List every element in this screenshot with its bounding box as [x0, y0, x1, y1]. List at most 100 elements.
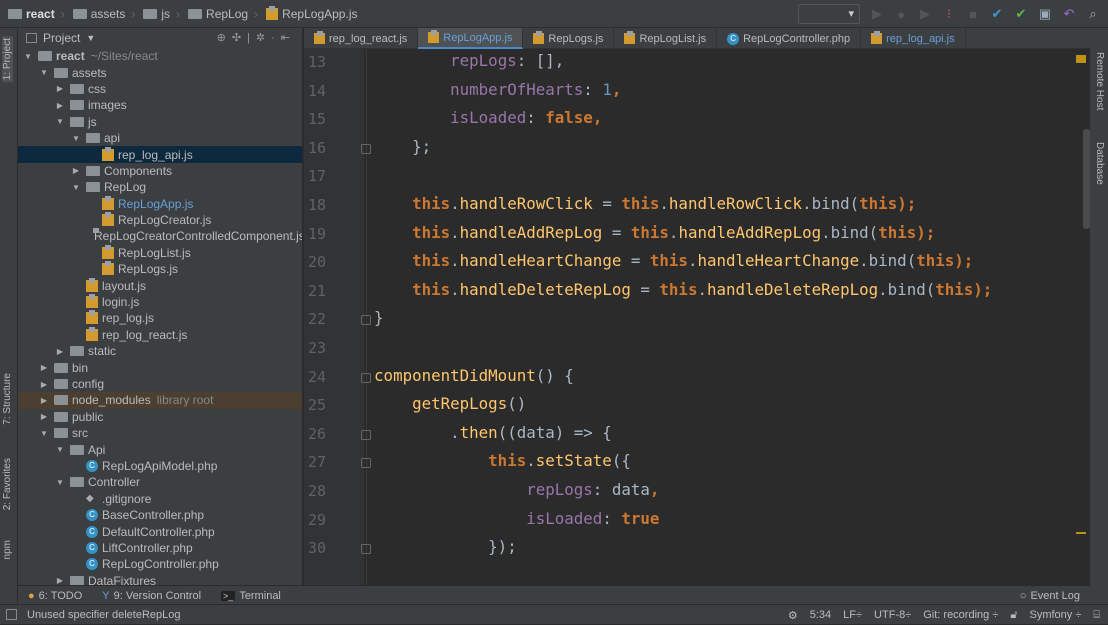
tree-item[interactable]: ▶ images — [18, 97, 302, 113]
vcs-commit-icon[interactable]: ✔ — [1014, 6, 1028, 22]
tab-replogapp-js[interactable]: RepLogApp.js — [418, 28, 524, 49]
history-icon[interactable]: ▣ — [1038, 6, 1052, 22]
tree-item[interactable]: ▶ Components — [18, 163, 302, 179]
tree-item[interactable]: ▶ DataFixtures — [18, 573, 302, 585]
tree-item[interactable]: ▼ RepLog — [18, 179, 302, 195]
tree-item[interactable]: ◆ .gitignore — [18, 491, 302, 507]
breadcrumb-item[interactable]: react › — [8, 7, 65, 21]
tree-item[interactable]: ▼ Api — [18, 441, 302, 457]
tree-item[interactable]: ▼ assets — [18, 64, 302, 80]
tree-item[interactable]: ▼ Controller — [18, 474, 302, 490]
tree-item[interactable]: RepLogCreatorControlledComponent.js — [18, 228, 302, 244]
tree-item[interactable]: rep_log_react.js — [18, 326, 302, 343]
collapsed-arrow-icon[interactable]: ▶ — [54, 347, 66, 356]
tree-item[interactable]: ▶ static — [18, 343, 302, 359]
tree-item[interactable]: layout.js — [18, 277, 302, 293]
tree-item[interactable]: C LiftController.php — [18, 540, 302, 556]
inspection-icon[interactable]: ⚙ — [788, 609, 798, 622]
version-control-tool-button[interactable]: Y 9: Version Control — [102, 590, 201, 602]
line-separator[interactable]: LF÷ — [843, 609, 862, 621]
collapsed-arrow-icon[interactable]: ▶ — [70, 166, 82, 175]
breadcrumb-item[interactable]: RepLogApp.js — [266, 5, 357, 21]
tree-item[interactable]: RepLogApp.js — [18, 195, 302, 212]
lock-icon[interactable]: 🔓︎ — [1010, 609, 1017, 622]
warning-marker[interactable] — [1076, 55, 1086, 63]
tree-item[interactable]: rep_log.js — [18, 310, 302, 326]
collapsed-arrow-icon[interactable]: ▶ — [38, 396, 50, 405]
coverage-icon[interactable]: ▶ — [918, 6, 932, 22]
attach-icon[interactable]: ⁝ — [942, 6, 956, 22]
code-token: . — [450, 251, 460, 271]
expanded-arrow-icon[interactable]: ▼ — [54, 445, 66, 454]
run-icon[interactable]: ▶ — [870, 6, 884, 22]
caret-position[interactable]: 5:34 — [810, 609, 831, 621]
vcs-update-icon[interactable]: ✔ — [990, 6, 1004, 22]
tree-item[interactable]: ▶ config — [18, 376, 302, 392]
collapsed-arrow-icon[interactable]: ▶ — [38, 380, 50, 389]
tree-item[interactable]: ▶ bin — [18, 359, 302, 375]
project-header[interactable]: Project ▼ ⊕✣|✲·⇤ — [18, 28, 302, 48]
tree-item[interactable]: ▶ css — [18, 81, 302, 97]
tab-rep_log_api-js[interactable]: rep_log_api.js — [861, 28, 966, 49]
js-file-icon — [871, 31, 883, 44]
panel-actions[interactable]: ⊕✣|✲·⇤ — [217, 31, 296, 44]
terminal-tool-button[interactable]: >_ Terminal — [221, 590, 281, 602]
tree-item[interactable]: ▼ src — [18, 425, 302, 441]
tree-item[interactable]: RepLogCreator.js — [18, 212, 302, 228]
collapsed-arrow-icon[interactable]: ▶ — [54, 576, 66, 585]
tab-replogs-js[interactable]: RepLogs.js — [523, 28, 615, 49]
stop-icon[interactable]: ■ — [966, 7, 980, 22]
tree-item[interactable]: ▶ node_modules library root — [18, 392, 302, 409]
collapsed-arrow-icon[interactable]: ▶ — [54, 101, 66, 110]
editor-scrollbar[interactable] — [1083, 129, 1090, 229]
project-tool-button[interactable]: 1: Project — [2, 36, 13, 83]
warning-marker[interactable] — [1076, 532, 1086, 534]
collapsed-arrow-icon[interactable]: ▶ — [38, 363, 50, 372]
tree-item[interactable]: login.js — [18, 294, 302, 310]
tree-item[interactable]: C BaseController.php — [18, 507, 302, 523]
tree-item[interactable]: RepLogs.js — [18, 261, 302, 277]
event-log-button[interactable]: ○ Event Log — [1020, 590, 1080, 602]
database-tool-button[interactable]: Database — [1094, 142, 1105, 185]
favorites-tool-button[interactable]: 2: Favorites — [2, 458, 13, 510]
tree-item[interactable]: C RepLogApiModel.php — [18, 458, 302, 474]
structure-tool-button[interactable]: 7: Structure — [2, 373, 13, 425]
collapsed-arrow-icon[interactable]: ▶ — [54, 84, 66, 93]
tree-item[interactable]: ▶ public — [18, 409, 302, 425]
expanded-arrow-icon[interactable]: ▼ — [54, 478, 66, 487]
expanded-arrow-icon[interactable]: ▼ — [38, 68, 50, 77]
tab-replogcontroller-php[interactable]: C RepLogController.php — [717, 28, 862, 49]
breadcrumb-item[interactable]: assets › — [72, 7, 135, 21]
expanded-arrow-icon[interactable]: ▼ — [22, 52, 34, 61]
tree-item[interactable]: C DefaultController.php — [18, 523, 302, 539]
npm-tool-button[interactable]: npm — [2, 540, 13, 559]
expanded-arrow-icon[interactable]: ▼ — [54, 117, 66, 126]
collapsed-arrow-icon[interactable]: ▶ — [38, 412, 50, 421]
debug-icon[interactable]: ● — [894, 7, 908, 22]
encoding[interactable]: UTF-8÷ — [874, 609, 911, 621]
tree-item[interactable]: ▼ react ~/Sites/react — [18, 48, 302, 64]
tree-item[interactable]: ▼ js — [18, 114, 302, 130]
tree-item[interactable]: ▼ api — [18, 130, 302, 146]
expanded-arrow-icon[interactable]: ▼ — [38, 429, 50, 438]
memory-indicator-icon[interactable]: ⌸ — [1093, 609, 1100, 622]
tree-item[interactable]: C RepLogController.php — [18, 556, 302, 572]
todo-tool-button[interactable]: ● 6: TODO — [28, 590, 82, 602]
git-branch[interactable]: Git: recording ÷ — [923, 609, 998, 621]
tree-item[interactable]: rep_log_api.js — [18, 146, 302, 163]
tool-windows-icon[interactable] — [6, 609, 17, 620]
expanded-arrow-icon[interactable]: ▼ — [70, 134, 82, 143]
framework-selector[interactable]: Symfony ÷ — [1030, 609, 1082, 621]
tab-reploglist-js[interactable]: RepLogList.js — [614, 28, 718, 49]
revert-icon[interactable]: ↶ — [1062, 6, 1076, 22]
search-icon[interactable]: ⌕ — [1086, 6, 1100, 22]
code-editor[interactable]: 13 repLogs: [], 14 numberOfHearts: 1, 15 i… — [304, 49, 1090, 585]
expanded-arrow-icon[interactable]: ▼ — [70, 183, 82, 192]
breadcrumb-item[interactable]: RepLog › — [188, 7, 258, 21]
breadcrumb-item[interactable]: js › — [143, 7, 180, 21]
tab-rep_log_react-js[interactable]: rep_log_react.js — [304, 28, 419, 49]
run-config-select[interactable] — [798, 4, 860, 24]
tree-item-label: RepLogs.js — [118, 262, 179, 277]
remote-host-tool-button[interactable]: Remote Host — [1094, 52, 1105, 110]
tree-item[interactable]: RepLogList.js — [18, 244, 302, 261]
